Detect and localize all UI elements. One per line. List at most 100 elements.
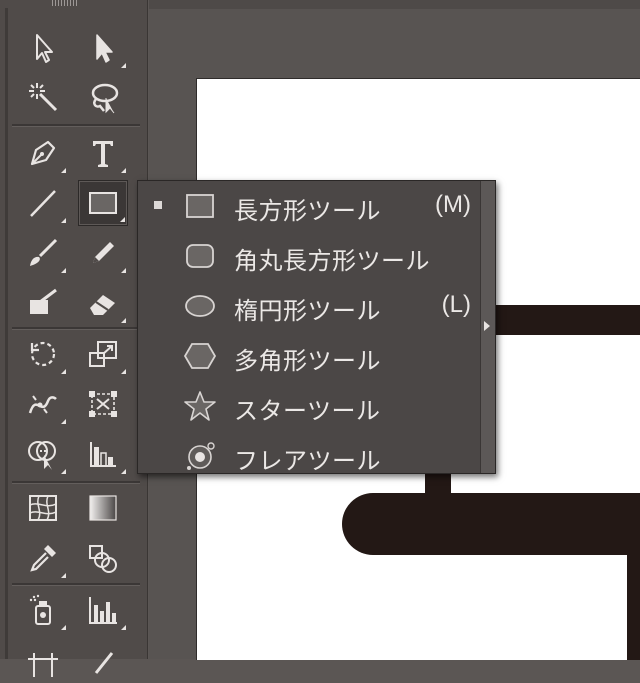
free-transform-tool[interactable] <box>78 381 128 427</box>
free-transform-icon <box>89 391 117 417</box>
artboard-icon <box>28 653 58 677</box>
magic-wand-icon <box>29 83 58 112</box>
submenu-corner-icon <box>121 318 126 323</box>
direct-selection-arrow-icon <box>96 34 113 63</box>
width-icon <box>28 395 57 414</box>
panel-edge <box>5 8 8 659</box>
eraser-tool[interactable] <box>78 280 128 326</box>
pencil-tool[interactable] <box>78 230 128 276</box>
gradient-tool[interactable] <box>78 485 128 531</box>
direct-selection-tool[interactable] <box>78 25 128 71</box>
tearoff-bar[interactable] <box>480 181 495 473</box>
pen-tool[interactable] <box>18 130 68 176</box>
rectangle-tool[interactable] <box>78 180 128 226</box>
ellipse-icon <box>182 290 218 322</box>
submenu-corner-icon <box>121 63 126 68</box>
menu-item-label: 楕円形ツール <box>234 297 381 325</box>
selection-arrow-icon <box>36 34 53 63</box>
paintbrush-icon <box>30 238 58 266</box>
mesh-icon <box>29 495 57 521</box>
magic-wand-tool[interactable] <box>18 74 68 120</box>
scale-tool[interactable] <box>78 331 128 377</box>
menu-item-label: スターツール <box>234 397 381 425</box>
blend-tool[interactable] <box>78 535 128 581</box>
flare-icon <box>182 440 218 472</box>
column-graph-tool[interactable] <box>78 587 128 633</box>
eraser-icon <box>90 295 115 315</box>
submenu-corner-icon <box>61 469 66 474</box>
submenu-corner-icon <box>61 268 66 273</box>
toolbar-separator <box>12 327 140 330</box>
menu-item-flare-tool[interactable]: フレアツール <box>138 431 481 481</box>
paintbrush-tool[interactable] <box>18 230 68 276</box>
submenu-corner-icon <box>61 419 66 424</box>
column-graph-icon <box>90 442 116 467</box>
submenu-corner-icon <box>61 168 66 173</box>
panel-grip[interactable] <box>52 0 78 6</box>
tearoff-arrow-icon <box>484 321 490 331</box>
polygon-icon <box>182 340 218 372</box>
blob-brush-tool[interactable] <box>18 280 68 326</box>
slice-tool[interactable] <box>78 637 128 683</box>
submenu-corner-icon <box>121 268 126 273</box>
mesh-tool[interactable] <box>18 485 68 531</box>
scale-icon <box>89 341 117 367</box>
shape-builder-icon <box>28 441 56 470</box>
toolbar-separator <box>12 124 140 127</box>
submenu-corner-icon <box>61 625 66 630</box>
selected-indicator <box>154 201 162 209</box>
menu-item-label: フレアツール <box>234 447 381 475</box>
menu-item-polygon-tool[interactable]: 多角形ツール <box>138 331 481 381</box>
menu-item-shortcut: (M) <box>435 191 471 218</box>
blob-brush-icon <box>30 288 57 314</box>
rectangle-tools-flyout: 長方形ツール (M) 角丸長方形ツール 楕円形ツール (L) 多角形ツール スタ… <box>137 180 496 475</box>
menu-item-star-tool[interactable]: スターツール <box>138 381 481 431</box>
rotate-tool[interactable] <box>18 331 68 377</box>
lasso-icon <box>91 83 119 114</box>
width-tool[interactable] <box>18 381 68 427</box>
menu-item-ellipse-tool[interactable]: 楕円形ツール (L) <box>138 281 481 331</box>
pen-nib-icon <box>30 140 56 166</box>
menu-item-label: 多角形ツール <box>234 347 381 375</box>
rotate-icon <box>30 341 56 367</box>
eyedropper-icon <box>30 545 56 572</box>
menu-item-rectangle-tool[interactable]: 長方形ツール (M) <box>138 181 481 231</box>
artwork-rounded-bar[interactable] <box>342 493 640 555</box>
artwork-right-stroke[interactable] <box>627 555 640 660</box>
toolbar-separator <box>12 583 140 586</box>
eyedropper-tool[interactable] <box>18 535 68 581</box>
submenu-corner-icon <box>120 217 125 222</box>
menu-item-label: 角丸長方形ツール <box>234 247 430 275</box>
submenu-corner-icon <box>61 218 66 223</box>
line-icon <box>30 190 56 217</box>
graph-tool[interactable] <box>78 431 128 477</box>
type-tool[interactable] <box>78 130 128 176</box>
rectangle-icon <box>182 190 218 222</box>
rectangle-icon <box>89 192 117 214</box>
menu-item-label: 長方形ツール <box>234 197 381 225</box>
canvas-top-edge <box>149 0 640 9</box>
line-segment-tool[interactable] <box>18 180 68 226</box>
symbol-sprayer-icon <box>29 594 51 625</box>
submenu-corner-icon <box>121 369 126 374</box>
blend-icon <box>89 545 117 573</box>
symbol-sprayer-tool[interactable] <box>18 587 68 633</box>
menu-item-rounded-rectangle-tool[interactable]: 角丸長方形ツール <box>138 231 481 281</box>
rounded-rectangle-icon <box>182 240 218 272</box>
submenu-corner-icon <box>121 469 126 474</box>
submenu-corner-icon <box>121 168 126 173</box>
artboard-tool[interactable] <box>18 637 68 683</box>
star-icon <box>182 390 218 422</box>
submenu-corner-icon <box>61 573 66 578</box>
gradient-icon <box>89 495 117 521</box>
bar-chart-icon <box>89 597 117 624</box>
submenu-corner-icon <box>121 625 126 630</box>
shape-builder-tool[interactable] <box>18 431 68 477</box>
toolbar-separator <box>12 481 140 484</box>
lasso-tool[interactable] <box>78 74 128 120</box>
slice-icon <box>94 652 114 674</box>
selection-tool[interactable] <box>18 25 68 71</box>
artwork-horizontal-bar[interactable] <box>493 305 640 335</box>
tools-panel <box>0 0 148 677</box>
type-t-icon <box>93 141 113 167</box>
